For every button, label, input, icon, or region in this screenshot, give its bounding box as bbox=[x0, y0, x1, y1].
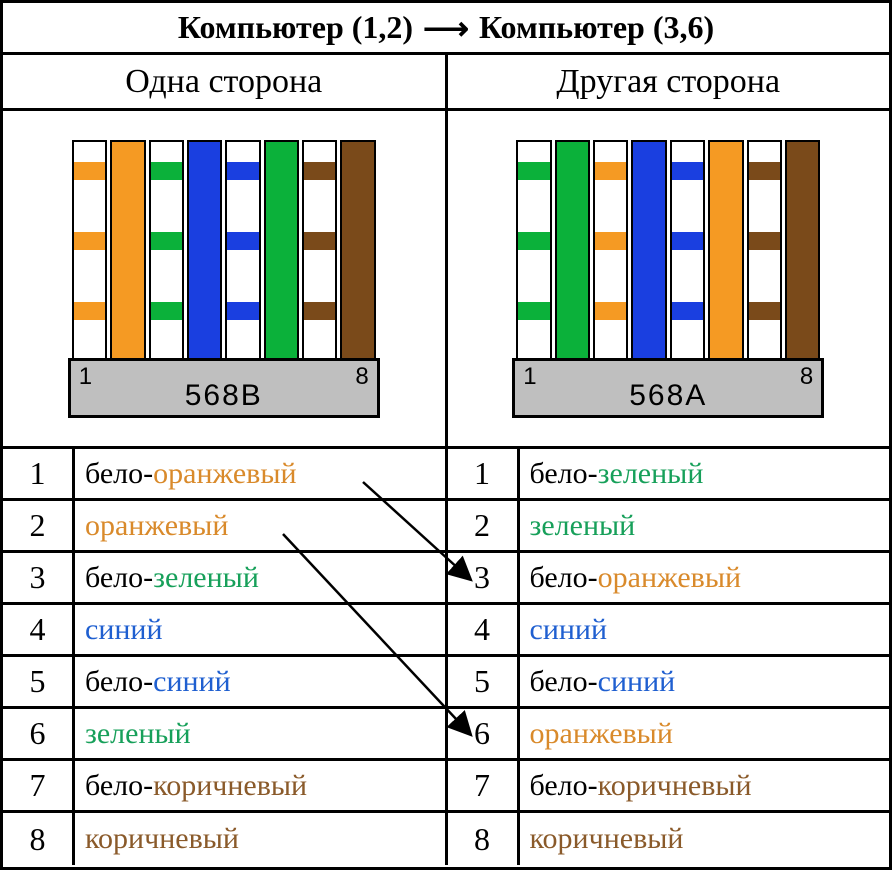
table-row: 3бело-оранжевый bbox=[448, 553, 890, 605]
wire-color-label: коричневый bbox=[520, 813, 890, 865]
subheader-left: Одна сторона bbox=[3, 55, 448, 108]
standard-label: 568A bbox=[515, 379, 821, 413]
wire-green-stripe bbox=[149, 140, 184, 362]
pin-number: 3 bbox=[448, 553, 520, 602]
table-row: 3бело-зеленый bbox=[3, 553, 445, 605]
connector-diagrams: 1 8 568B 1 8 568A bbox=[3, 111, 889, 449]
wire-orange-stripe bbox=[593, 140, 628, 362]
table-row: 5бело-синий bbox=[3, 657, 445, 709]
wire-color-label: зеленый bbox=[520, 501, 890, 550]
wire-color-label: бело-коричневый bbox=[520, 761, 890, 810]
wire-green bbox=[264, 140, 299, 362]
title-row: Компьютер (1,2) ⟶ Компьютер (3,6) bbox=[3, 3, 889, 55]
table-row: 8коричневый bbox=[448, 813, 890, 865]
pinout-right: 1бело-зеленый2зеленый3бело-оранжевый4син… bbox=[448, 449, 890, 865]
table-row: 6зеленый bbox=[3, 709, 445, 761]
pin-number: 4 bbox=[448, 605, 520, 654]
pin-number: 5 bbox=[3, 657, 75, 706]
table-row: 7бело-коричневый bbox=[448, 761, 890, 813]
pin-number: 2 bbox=[3, 501, 75, 550]
wire-green-stripe bbox=[516, 140, 551, 362]
pin-number: 6 bbox=[448, 709, 520, 758]
wire-color-label: коричневый bbox=[75, 813, 445, 865]
wire-color-label: бело-зеленый bbox=[75, 553, 445, 602]
pin-number: 7 bbox=[3, 761, 75, 810]
table-row: 4синий bbox=[3, 605, 445, 657]
wire-color-label: оранжевый bbox=[520, 709, 890, 758]
subheader-right: Другая сторона bbox=[448, 55, 890, 108]
wire-brown-stripe bbox=[302, 140, 337, 362]
wire-color-label: бело-коричневый bbox=[75, 761, 445, 810]
wire-color-label: бело-синий bbox=[75, 657, 445, 706]
pinout-left: 1бело-оранжевый2оранжевый3бело-зеленый4с… bbox=[3, 449, 448, 865]
wire-color-label: бело-оранжевый bbox=[520, 553, 890, 602]
table-row: 8коричневый bbox=[3, 813, 445, 865]
pin-number: 8 bbox=[3, 813, 75, 865]
pin-number: 6 bbox=[3, 709, 75, 758]
table-row: 2оранжевый bbox=[3, 501, 445, 553]
title-left: Компьютер (1,2) bbox=[178, 9, 413, 46]
wire-blue bbox=[631, 140, 666, 362]
pinout-table: 1бело-оранжевый2оранжевый3бело-зеленый4с… bbox=[3, 449, 889, 865]
arrow-icon: ⟶ bbox=[423, 9, 469, 47]
wire-orange-stripe bbox=[72, 140, 107, 362]
table-row: 6оранжевый bbox=[448, 709, 890, 761]
wire-green bbox=[555, 140, 590, 362]
pin-number: 1 bbox=[448, 449, 520, 498]
wire-color-label: зеленый bbox=[75, 709, 445, 758]
pin-number: 5 bbox=[448, 657, 520, 706]
pin-number: 4 bbox=[3, 605, 75, 654]
wire-color-label: бело-оранжевый bbox=[75, 449, 445, 498]
table-row: 4синий bbox=[448, 605, 890, 657]
table-row: 2зеленый bbox=[448, 501, 890, 553]
pin-number: 1 bbox=[3, 449, 75, 498]
table-row: 7бело-коричневый bbox=[3, 761, 445, 813]
wire-brown bbox=[785, 140, 820, 362]
wire-orange bbox=[708, 140, 743, 362]
pin-number: 8 bbox=[448, 813, 520, 865]
wire-color-label: бело-синий bbox=[520, 657, 890, 706]
connector-568a: 1 8 568A bbox=[448, 111, 890, 446]
connector-568b: 1 8 568B bbox=[3, 111, 448, 446]
wire-blue bbox=[187, 140, 222, 362]
wire-orange bbox=[110, 140, 145, 362]
wire-color-label: бело-зеленый bbox=[520, 449, 890, 498]
wire-color-label: синий bbox=[75, 605, 445, 654]
crossover-cable-diagram: Компьютер (1,2) ⟶ Компьютер (3,6) Одна с… bbox=[0, 0, 892, 870]
wire-blue-stripe bbox=[225, 140, 260, 362]
pin-number: 3 bbox=[3, 553, 75, 602]
pin-number: 7 bbox=[448, 761, 520, 810]
table-row: 1бело-оранжевый bbox=[3, 449, 445, 501]
wire-brown-stripe bbox=[747, 140, 782, 362]
wire-color-label: синий bbox=[520, 605, 890, 654]
standard-label: 568B bbox=[71, 379, 377, 413]
subheader-row: Одна сторона Другая сторона bbox=[3, 55, 889, 111]
wire-color-label: оранжевый bbox=[75, 501, 445, 550]
pin-number: 2 bbox=[448, 501, 520, 550]
wire-blue-stripe bbox=[670, 140, 705, 362]
wire-brown bbox=[340, 140, 375, 362]
table-row: 1бело-зеленый bbox=[448, 449, 890, 501]
title-right: Компьютер (3,6) bbox=[479, 9, 714, 46]
table-row: 5бело-синий bbox=[448, 657, 890, 709]
